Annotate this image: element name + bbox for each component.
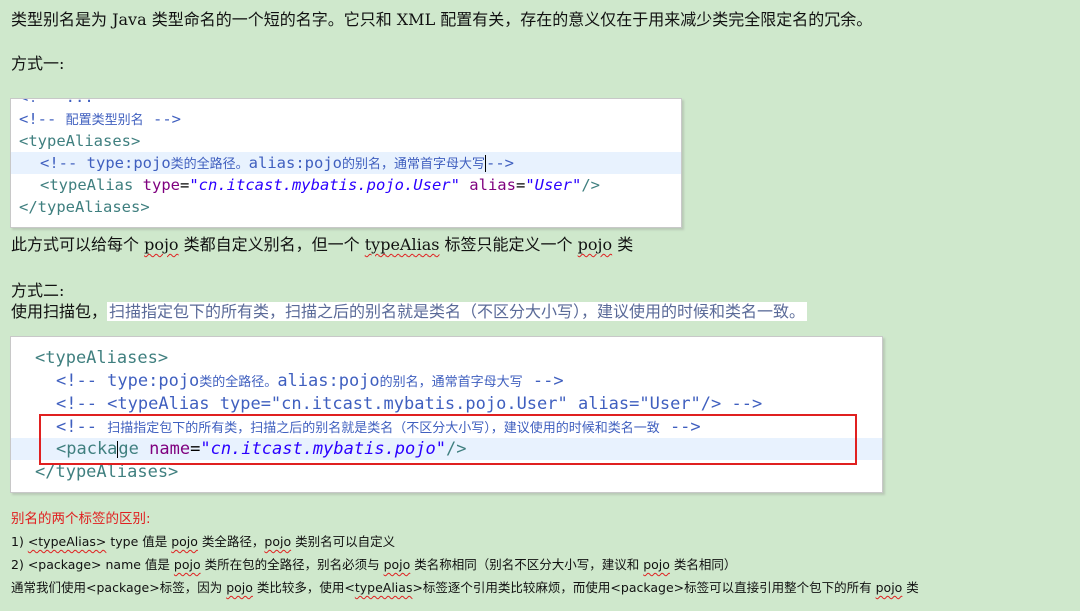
intro-text: 类型别名是为 Java 类型命名的一个短的名字。它只和 XML 配置有关，存在的… — [11, 10, 873, 29]
code-line: </typeAliases> — [19, 198, 150, 216]
highlight-box — [39, 414, 857, 465]
code-line: <typeAlias type="cn.itcast.mybatis.pojo.… — [40, 176, 600, 194]
method2-desc: 使用扫描包， 扫描指定包下的所有类，扫描之后的别名就是类名（不区分大小写），建议使… — [11, 302, 808, 321]
code-line: <!-- type:pojo类的全路径。alias:pojo的别名，通常首字母大… — [56, 371, 564, 391]
diff-item-2: 2) <package> name 值是 pojo 类所在包的全路径，别名必须与… — [11, 557, 737, 572]
method1-title: 方式一: — [11, 54, 65, 73]
diff-summary: 通常我们使用<package>标签，因为 pojo 类比较多，使用<typeAl… — [11, 580, 919, 595]
code-line: <!-- 配置类型别名 --> — [19, 110, 182, 128]
code-block-1: <!-- ... <!-- 配置类型别名 --> <typeAliases> <… — [10, 98, 682, 228]
method2-title: 方式二: — [11, 281, 65, 300]
diff-item-1: 1) <typeAlias> type 值是 pojo 类全路径，pojo 类别… — [11, 534, 396, 549]
code-line-highlighted: <!-- type:pojo类的全路径。alias:pojo的别名，通常首字母大… — [11, 152, 681, 174]
method1-note: 此方式可以给每个 pojo 类都自定义别名，但一个 typeAlias 标签只能… — [11, 235, 634, 254]
code-line: <typeAliases> — [19, 132, 141, 150]
code-line: <!-- <typeAlias type="cn.itcast.mybatis.… — [56, 394, 763, 414]
code-line-cut: <!-- ... — [11, 99, 681, 108]
diff-title: 别名的两个标签的区别: — [11, 511, 151, 527]
code-line: <typeAliases> — [35, 348, 169, 368]
code-block-2: <typeAliases> <!-- type:pojo类的全路径。alias:… — [10, 336, 883, 493]
